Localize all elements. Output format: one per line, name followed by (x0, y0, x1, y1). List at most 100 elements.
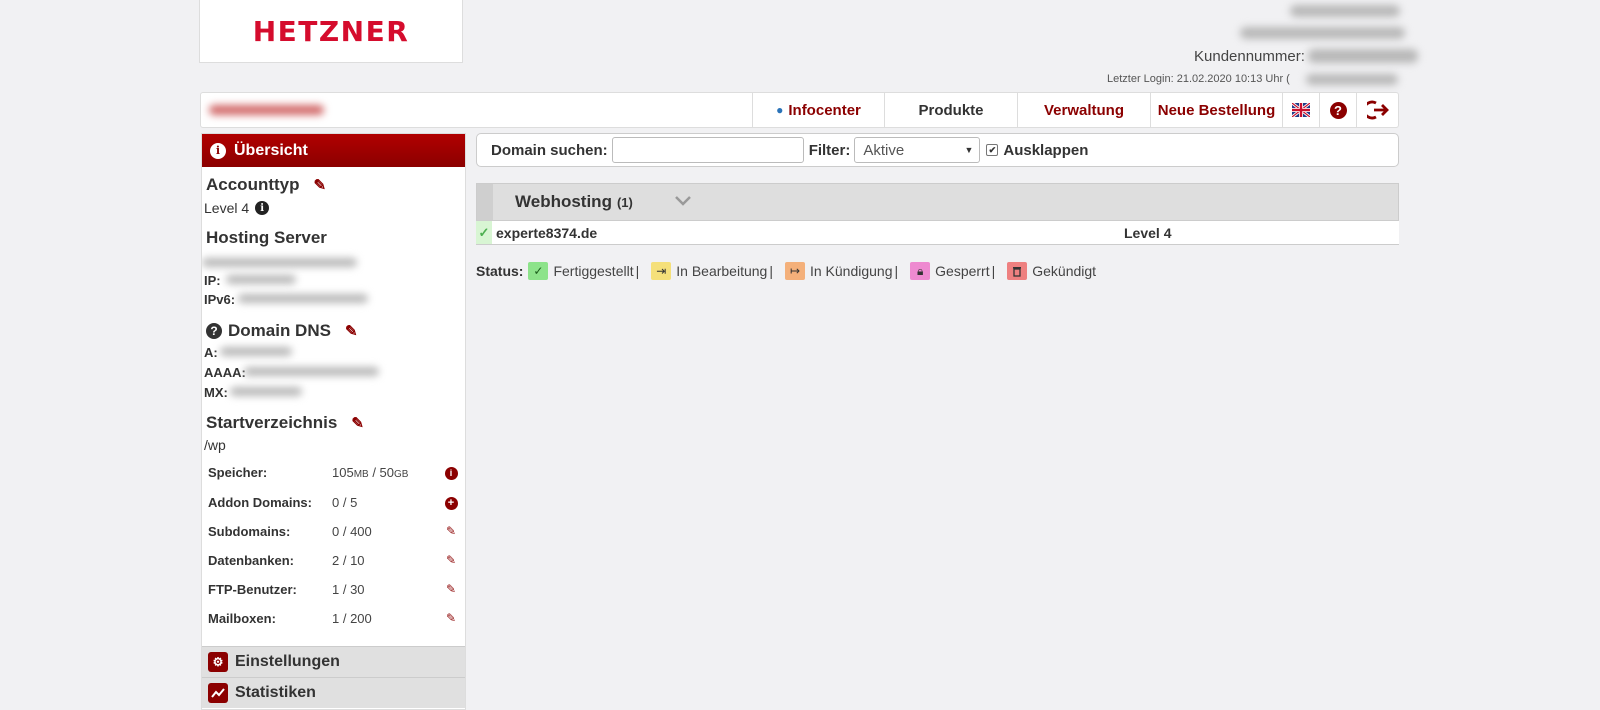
logout-icon (1366, 100, 1389, 120)
webhosting-header[interactable]: Webhosting (1) (476, 183, 1399, 221)
sidebar-header-label: Übersicht (234, 141, 308, 159)
webhosting-domain[interactable]: experte8374.de (496, 225, 597, 241)
stat-row-speicher: Speicher: 105MB / 50GB i (208, 462, 458, 482)
accounttyp-value-row: Level 4 i (204, 200, 270, 216)
sidebar-item-statistiken[interactable]: Statistiken (202, 677, 465, 708)
redacted-customer-number (1308, 49, 1418, 63)
edit-ftp-benutzer-icon[interactable]: ✎ (444, 582, 458, 596)
webhosting-level: Level 4 (1124, 224, 1172, 241)
nav-produkte-label: Produkte (918, 101, 984, 119)
top-navigation: ● Infocenter Produkte Verwaltung Neue Be… (200, 92, 1399, 128)
chart-icon (208, 683, 228, 703)
edit-dns-icon[interactable]: ✎ (345, 322, 358, 340)
webhosting-title: Webhosting (515, 192, 612, 211)
sidebar-item-einstellungen[interactable]: ⚙ Einstellungen (202, 646, 465, 677)
webhosting-header-marker (477, 184, 493, 220)
edit-subdomains-icon[interactable]: ✎ (444, 524, 458, 538)
dns-help-icon[interactable]: ? (206, 323, 222, 339)
question-circle-icon: ? (1329, 101, 1347, 119)
accounttyp-info-icon[interactable]: i (255, 201, 270, 215)
dns-title: Domain DNS (228, 321, 331, 340)
ip-label: IP: (204, 273, 221, 288)
language-switch[interactable] (1282, 93, 1319, 127)
dns-mx-label: MX: (204, 385, 228, 400)
sidebar-header[interactable]: i Übersicht (202, 134, 465, 167)
sign-out-icon: ↦ (784, 262, 805, 280)
accounttyp-title: Accounttyp (206, 175, 300, 194)
edit-accounttyp-icon[interactable]: ✎ (314, 176, 327, 194)
hetzner-logo[interactable]: HETZNER (199, 0, 463, 63)
nav-verwaltung[interactable]: Verwaltung (1017, 93, 1150, 127)
status-legend: Status: ✓ Fertiggestellt | ⇥ In Bearbeitu… (476, 262, 1100, 280)
help-button[interactable]: ? (1319, 93, 1356, 127)
info-icon: i (210, 142, 226, 159)
stat-label: Subdomains: (208, 523, 291, 539)
add-addon-domain-icon[interactable]: + (444, 494, 458, 510)
stat-label: Datenbanken: (208, 552, 294, 568)
stat-value: 1 / 200 (332, 610, 372, 626)
edit-startverzeichnis-icon[interactable]: ✎ (351, 414, 364, 432)
stat-row-mailboxen: Mailboxen: 1 / 200 ✎ (208, 608, 458, 628)
redacted-ip (226, 275, 296, 284)
edit-datenbanken-icon[interactable]: ✎ (444, 553, 458, 567)
filter-value: Aktive (863, 141, 905, 159)
stat-row-subdomains: Subdomains: 0 / 400 ✎ (208, 521, 458, 541)
legend-in-kuendigung: ↦ In Kündigung | (784, 262, 906, 280)
stat-row-ftp-benutzer: FTP-Benutzer: 1 / 30 ✎ (208, 579, 458, 599)
accounttyp-section: Accounttyp ✎ (206, 175, 326, 195)
nav-produkte[interactable]: Produkte (884, 93, 1017, 127)
active-dot-icon: ● (776, 103, 784, 117)
stat-value: 0 / 400 (332, 523, 372, 539)
logout-button[interactable] (1356, 93, 1398, 127)
speicher-info-icon[interactable]: i (444, 464, 458, 480)
startverzeichnis-section: Startverzeichnis ✎ (206, 413, 364, 433)
nav-neue-bestellung[interactable]: Neue Bestellung (1150, 93, 1282, 127)
redacted-dns-mx (230, 387, 302, 396)
sign-in-icon: ⇥ (651, 262, 672, 280)
redacted-server-name (202, 258, 357, 267)
check-icon: ✓ (476, 221, 492, 244)
chevron-down-icon[interactable] (674, 193, 691, 211)
edit-mailboxen-icon[interactable]: ✎ (444, 611, 458, 625)
redacted-username (209, 105, 324, 115)
check-icon: ✓ (528, 262, 549, 280)
legend-in-bearbeitung: ⇥ In Bearbeitung | (651, 262, 781, 280)
redacted-account-name (1290, 5, 1400, 17)
stat-value: 2 / 10 (332, 552, 365, 568)
webhosting-row[interactable]: ✓ experte8374.de Level 4 (476, 221, 1399, 245)
hosting-server-section: Hosting Server (206, 228, 327, 248)
domain-search-input[interactable] (611, 137, 804, 163)
legend-gekuendigt: Gekündigt (1007, 262, 1096, 280)
accounttyp-value: Level 4 (204, 200, 250, 216)
stat-row-addon-domains: Addon Domains: 0 / 5 + (208, 492, 458, 512)
customer-number-label: Kundennummer: (1194, 48, 1305, 65)
uk-flag-icon (1292, 103, 1310, 117)
gears-icon: ⚙ (208, 652, 228, 672)
stat-value: 105MB / 50GB (332, 464, 409, 480)
stat-label: FTP-Benutzer: (208, 581, 297, 597)
hosting-server-title: Hosting Server (206, 228, 327, 247)
startverzeichnis-title: Startverzeichnis (206, 413, 338, 432)
nav-infocenter[interactable]: ● Infocenter (752, 93, 884, 127)
stat-label: Addon Domains: (208, 494, 312, 510)
filter-select[interactable]: Aktive ▼ (854, 137, 981, 163)
nav-neue-bestellung-label: Neue Bestellung (1157, 101, 1276, 119)
expand-checkbox[interactable]: ✔ (986, 144, 999, 156)
stat-row-datenbanken: Datenbanken: 2 / 10 ✎ (208, 550, 458, 570)
redacted-login-ip (1306, 74, 1398, 85)
dns-aaaa-label: AAAA: (204, 365, 246, 380)
stat-label: Mailboxen: (208, 610, 276, 626)
redacted-dns-a (220, 347, 292, 356)
stat-value: 0 / 5 (332, 494, 358, 510)
dns-a-label: A: (204, 345, 218, 360)
last-login: Letzter Login: 21.02.2020 10:13 Uhr ( (1107, 73, 1290, 85)
stat-label: Speicher: (208, 464, 268, 480)
stat-value: 1 / 30 (332, 581, 365, 597)
trash-icon (1007, 262, 1028, 280)
startverzeichnis-value: /wp (204, 437, 226, 453)
expand-label: Ausklappen (1003, 141, 1089, 159)
overview-sidebar: i Übersicht Accounttyp ✎ Level 4 i Hosti… (201, 133, 466, 710)
nav-verwaltung-label: Verwaltung (1043, 101, 1125, 119)
ipv6-label: IPv6: (204, 292, 236, 307)
caret-down-icon: ▼ (964, 145, 974, 155)
